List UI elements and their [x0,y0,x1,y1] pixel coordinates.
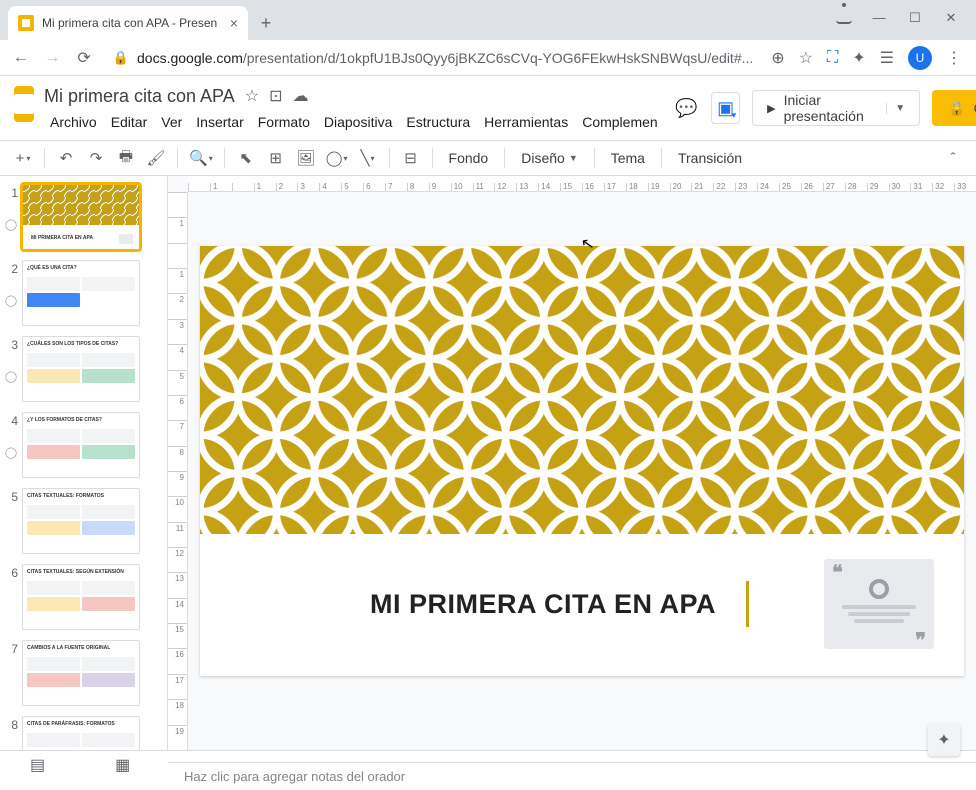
slide-thumb-7[interactable]: 7CAMBIOS A LA FUENTE ORIGINAL [0,640,163,706]
tab-search-icon[interactable] [836,8,852,24]
share-button[interactable]: 🔒 Compartir [932,90,976,126]
menu-insertar[interactable]: Insertar [190,112,249,132]
transition-button[interactable]: Transición [670,150,750,166]
quote-graphic: ❝ ❞ [824,559,934,649]
profile-avatar[interactable]: U [908,46,932,70]
menu-bar: ArchivoEditarVerInsertarFormatoDiapositi… [44,112,664,132]
accent-bar [746,581,749,627]
move-doc-icon[interactable]: ⊡ [269,86,282,106]
url-field[interactable]: 🔒 docs.google.com/presentation/d/1okpfU1… [105,50,761,66]
background-button[interactable]: Fondo [441,150,497,166]
cloud-status-icon[interactable]: ☁ [292,86,308,106]
filmstrip[interactable]: 1◯MI PRIMERA CITA EN APA 2◯¿QUÉ ES UNA CI… [0,176,168,750]
slide-thumb-6[interactable]: 6CITAS TEXTUALES: SEGÚN EXTENSIÓN [0,564,163,630]
toolbar: +▾ ↶ ↷ 🖶 🖌 🔍▾ ⬉ ⊞ 🖼 ◯▾ ╲▾ ⊟ Fondo Diseño… [0,140,976,176]
slide-thumb-3[interactable]: 3◯¿CUÁLES SON LOS TIPOS DE CITAS? [0,336,163,402]
menu-complemen[interactable]: Complemen [576,112,663,132]
browser-tab[interactable]: Mi primera cita con APA - Presen × [8,6,248,40]
play-icon: ▶ [767,102,775,115]
comments-icon[interactable]: 💬 [674,93,699,123]
chrome-menu-icon[interactable]: ⋮ [946,48,962,68]
explore-button[interactable]: ✦ [928,724,960,756]
slide-thumb-2[interactable]: 2◯¿QUÉ ES UNA CITA? [0,260,163,326]
image-tool[interactable]: 🖼 [293,145,319,171]
slides-favicon [18,15,34,31]
slide-thumb-4[interactable]: 4◯¿Y LOS FORMATOS DE CITAS? [0,412,163,478]
tab-title: Mi primera cita con APA - Presen [42,16,222,30]
menu-archivo[interactable]: Archivo [44,112,103,132]
close-tab-icon[interactable]: × [230,15,238,31]
slide-thumb-1[interactable]: 1◯MI PRIMERA CITA EN APA [0,184,163,250]
window-controls: — ☐ ✕ [836,0,976,40]
print-button[interactable]: 🖶 [113,145,139,171]
slide-thumb-5[interactable]: 5CITAS TEXTUALES: FORMATOS [0,488,163,554]
present-label: Iniciar presentación [784,92,879,124]
speaker-notes[interactable]: Haz clic para agregar notas del orador [168,762,976,790]
reading-list-icon[interactable]: ☰ [880,48,894,68]
present-button[interactable]: ▶ Iniciar presentación ▼ [752,90,920,126]
new-slide-button[interactable]: +▾ [10,145,36,171]
url-text: docs.google.com/presentation/d/1okpfU1BJ… [137,50,753,66]
slide-canvas[interactable]: MI PRIMERA CITA EN APA ❝ ❞ [200,246,964,676]
slide-pattern [200,246,964,534]
translate-icon[interactable]: ⛶ [827,49,838,67]
close-window-icon[interactable]: ✕ [942,10,960,26]
redo-button[interactable]: ↷ [83,145,109,171]
undo-button[interactable]: ↶ [53,145,79,171]
forward-button[interactable]: → [42,49,64,67]
lock-icon: 🔒 [113,50,129,66]
reload-button[interactable]: ⟳ [73,48,95,68]
extensions-icon[interactable]: ✦ [852,48,865,68]
back-button[interactable]: ← [10,49,32,67]
main-area: 1◯MI PRIMERA CITA EN APA 2◯¿QUÉ ES UNA CI… [0,176,976,750]
textbox-tool[interactable]: ⊞ [263,145,289,171]
collapse-toolbar-icon[interactable]: ˆ [940,145,966,171]
star-doc-icon[interactable]: ☆ [245,86,259,106]
canvas-area[interactable]: 1123456789101112131415161718192021222324… [168,176,976,750]
comment-tool[interactable]: ⊟ [398,145,424,171]
slide-thumb-8[interactable]: 8CITAS DE PARÁFRASIS: FORMATOS [0,716,163,750]
present-dropdown[interactable]: ▼ [886,103,913,114]
menu-estructura[interactable]: Estructura [400,112,476,132]
select-tool[interactable]: ⬉ [233,145,259,171]
app-header: Mi primera cita con APA ☆ ⊡ ☁ ArchivoEdi… [0,76,976,132]
browser-tab-strip: Mi primera cita con APA - Presen × + — ☐… [0,0,976,40]
meet-icon[interactable]: ▣▾ [711,92,740,124]
theme-button[interactable]: Tema [603,150,653,166]
line-tool[interactable]: ╲▾ [355,145,381,171]
grid-view-icon[interactable]: ▦ [115,755,130,775]
address-bar: ← → ⟳ 🔒 docs.google.com/presentation/d/1… [0,40,976,76]
notes-placeholder: Haz clic para agregar notas del orador [184,769,405,784]
document-title[interactable]: Mi primera cita con APA [44,86,235,107]
menu-diapositiva[interactable]: Diapositiva [318,112,398,132]
slides-logo[interactable] [14,86,34,122]
new-tab-button[interactable]: + [252,9,280,37]
maximize-icon[interactable]: ☐ [906,10,924,26]
menu-formato[interactable]: Formato [252,112,316,132]
ruler-vertical: 112345678910111213141516171819 [168,192,188,750]
menu-herramientas[interactable]: Herramientas [478,112,574,132]
slide-title[interactable]: MI PRIMERA CITA EN APA [370,589,716,620]
shape-tool[interactable]: ◯▾ [323,145,351,171]
filmstrip-view-icon[interactable]: ▤ [30,755,45,775]
lock-share-icon: 🔒 [948,100,965,117]
layout-button[interactable]: Diseño▼ [513,150,586,166]
menu-editar[interactable]: Editar [105,112,154,132]
paint-format-button[interactable]: 🖌 [143,145,169,171]
menu-ver[interactable]: Ver [155,112,188,132]
star-icon[interactable]: ☆ [799,48,813,68]
zoom-icon[interactable]: ⊕ [771,48,784,68]
zoom-button[interactable]: 🔍▾ [186,145,216,171]
minimize-icon[interactable]: — [870,10,888,25]
ruler-horizontal: 1123456789101112131415161718192021222324… [188,176,976,192]
